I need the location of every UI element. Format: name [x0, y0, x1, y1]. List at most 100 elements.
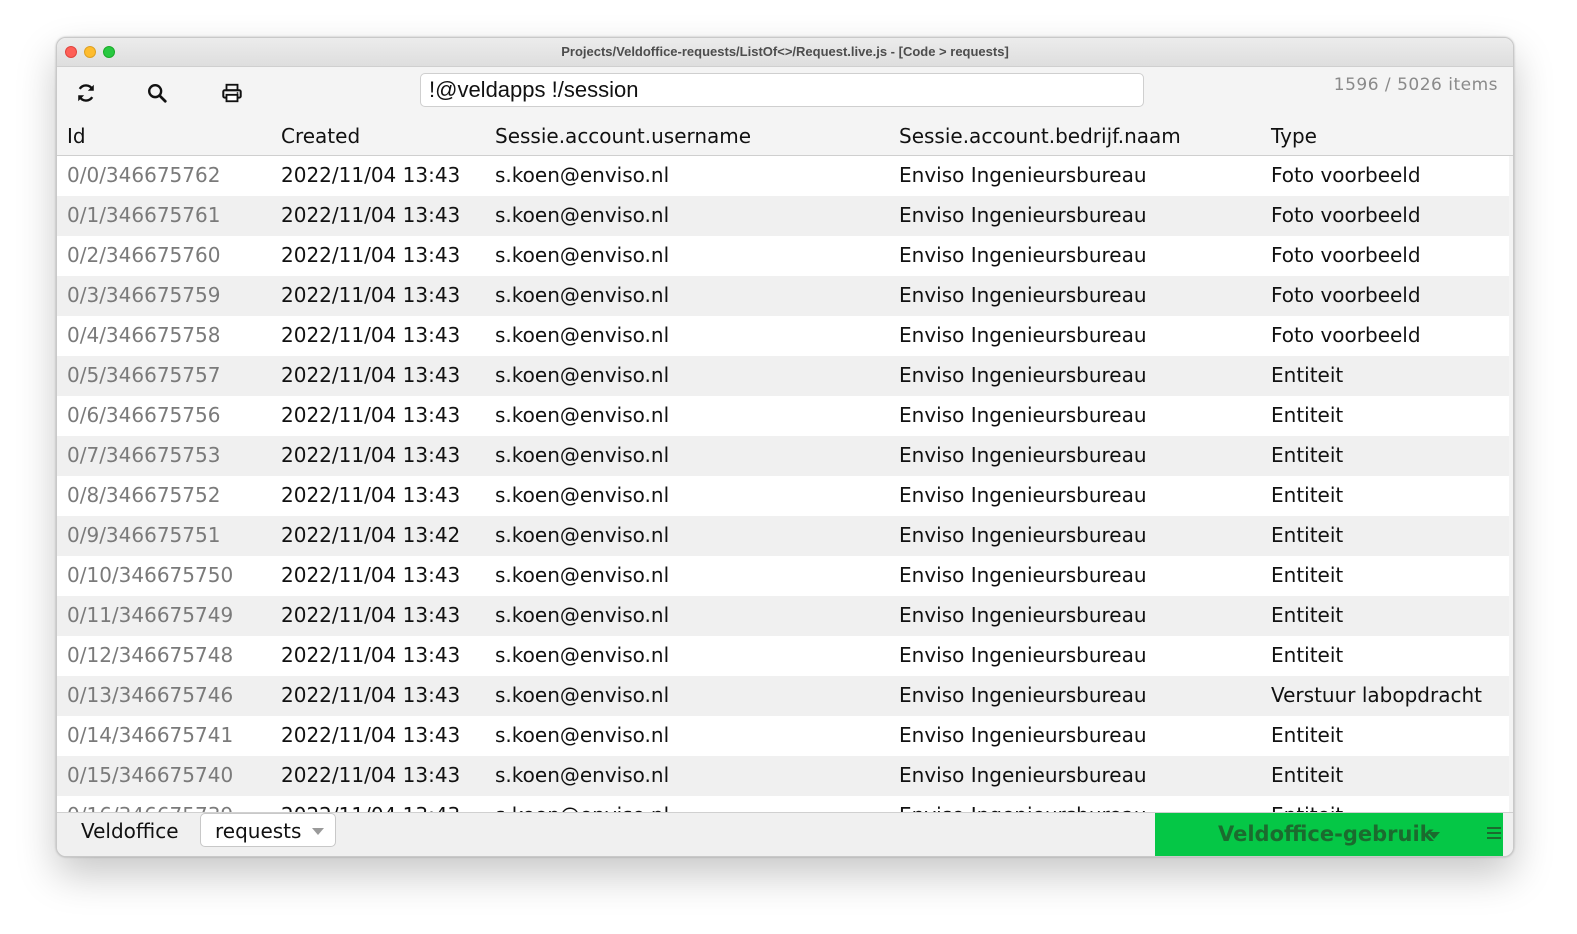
table-row[interactable]: 0/4/346675758 2022/11/04 13:43 s.koen@envi…	[57, 316, 1509, 356]
table-row[interactable]: 0/10/346675750 2022/11/04 13:43 s.koen@env…	[57, 556, 1509, 596]
cell-created: 2022/11/04 13:43	[281, 363, 461, 387]
workspace-label: Veldoffice	[81, 819, 179, 843]
cell-created: 2022/11/04 13:43	[281, 603, 461, 627]
cell-type: Foto voorbeeld	[1271, 323, 1421, 347]
item-count: 1596 / 5026 items	[1333, 75, 1498, 95]
collection-select[interactable]: requests	[200, 813, 336, 847]
cell-type: Entiteit	[1271, 483, 1344, 507]
table-row[interactable]: 0/16/346675739 2022/11/04 13:43 s.koen@env…	[57, 796, 1509, 812]
table-row[interactable]: 0/14/346675741 2022/11/04 13:43 s.koen@env…	[57, 716, 1509, 756]
cell-created: 2022/11/04 13:43	[281, 803, 460, 812]
table-row[interactable]: 0/15/346675740 2022/11/04 13:43 s.koen@env…	[57, 756, 1509, 796]
table-row[interactable]: 0/11/346675749 2022/11/04 13:43 s.koen@env…	[57, 596, 1509, 636]
cell-type: Entiteit	[1271, 443, 1344, 467]
cell-type: Foto voorbeeld	[1271, 283, 1421, 307]
cell-id: 0/11/346675749	[67, 603, 234, 627]
table-row[interactable]: 0/12/346675748 2022/11/04 13:43 s.koen@env…	[57, 636, 1509, 676]
table-row[interactable]: 0/7/346675753 2022/11/04 13:43 s.koen@envi…	[57, 436, 1509, 476]
cell-id: 0/8/346675752	[67, 483, 221, 507]
cell-company: Enviso Ingenieursbureau	[899, 803, 1147, 812]
table-header: Id Created Sessie.account.username Sessi…	[57, 117, 1513, 156]
table-row[interactable]: 0/6/346675756 2022/11/04 13:43 s.koen@envi…	[57, 396, 1509, 436]
column-header-id[interactable]: Id	[67, 124, 86, 148]
table-row[interactable]: 0/3/346675759 2022/11/04 13:43 s.koen@envi…	[57, 276, 1509, 316]
cell-username: s.koen@enviso.nl	[495, 603, 670, 627]
cell-created: 2022/11/04 13:42	[281, 523, 461, 547]
cell-username: s.koen@enviso.nl	[495, 763, 670, 787]
cell-created: 2022/11/04 13:43	[281, 683, 461, 707]
cell-type: Entiteit	[1271, 603, 1344, 627]
cell-id: 0/10/346675750	[67, 563, 234, 587]
cell-created: 2022/11/04 13:43	[281, 643, 461, 667]
profile-label: Veldoffice-gebruik	[1218, 822, 1434, 846]
column-header-username[interactable]: Sessie.account.username	[495, 124, 751, 148]
cell-username: s.koen@enviso.nl	[495, 523, 670, 547]
cell-username: s.koen@enviso.nl	[495, 363, 670, 387]
window-title: Projects/Veldoffice-requests/ListOf<>/Re…	[561, 44, 1009, 59]
cell-id: 0/12/346675748	[67, 643, 234, 667]
cell-type: Entiteit	[1271, 403, 1344, 427]
table-row[interactable]: 0/13/346675746 2022/11/04 13:43 s.koen@env…	[57, 676, 1509, 716]
table-body: 0/0/346675762 2022/11/04 13:43 s.koen@envi…	[57, 156, 1509, 812]
cell-created: 2022/11/04 13:43	[281, 563, 461, 587]
cell-type: Foto voorbeeld	[1271, 203, 1421, 227]
table-row[interactable]: 0/5/346675757 2022/11/04 13:43 s.koen@envi…	[57, 356, 1509, 396]
column-header-company[interactable]: Sessie.account.bedrijf.naam	[899, 124, 1181, 148]
search-icon	[148, 84, 167, 103]
cell-id: 0/6/346675756	[67, 403, 221, 427]
column-header-created[interactable]: Created	[281, 124, 360, 148]
column-header-type[interactable]: Type	[1271, 124, 1317, 148]
cell-company: Enviso Ingenieursbureau	[899, 603, 1147, 627]
app-window: Projects/Veldoffice-requests/ListOf<>/Re…	[56, 37, 1514, 857]
table-row[interactable]: 0/0/346675762 2022/11/04 13:43 s.koen@envi…	[57, 156, 1509, 196]
cell-username: s.koen@enviso.nl	[495, 443, 670, 467]
query-input[interactable]	[420, 73, 1144, 107]
cell-username: s.koen@enviso.nl	[495, 643, 670, 667]
cell-id: 0/1/346675761	[67, 203, 221, 227]
profile-dropdown[interactable]: Veldoffice-gebruik	[1155, 813, 1503, 856]
cell-id: 0/7/346675753	[67, 443, 221, 467]
scrollbar-track[interactable]	[1509, 156, 1513, 812]
cell-company: Enviso Ingenieursbureau	[899, 203, 1147, 227]
hamburger-icon[interactable]	[1487, 827, 1501, 841]
refresh-button[interactable]	[72, 79, 100, 107]
cell-company: Enviso Ingenieursbureau	[899, 523, 1147, 547]
cell-id: 0/2/346675760	[67, 243, 221, 267]
cell-company: Enviso Ingenieursbureau	[899, 283, 1147, 307]
cell-type: Entiteit	[1271, 563, 1344, 587]
cell-company: Enviso Ingenieursbureau	[899, 363, 1147, 387]
cell-username: s.koen@enviso.nl	[495, 203, 670, 227]
table-row[interactable]: 0/8/346675752 2022/11/04 13:43 s.koen@envi…	[57, 476, 1509, 516]
cell-created: 2022/11/04 13:43	[281, 403, 461, 427]
cell-company: Enviso Ingenieursbureau	[899, 683, 1147, 707]
cell-username: s.koen@enviso.nl	[495, 283, 670, 307]
cell-company: Enviso Ingenieursbureau	[899, 443, 1147, 467]
cell-username: s.koen@enviso.nl	[495, 243, 670, 267]
table-row[interactable]: 0/9/346675751 2022/11/04 13:42 s.koen@envi…	[57, 516, 1509, 556]
refresh-icon	[78, 84, 94, 102]
cell-username: s.koen@enviso.nl	[495, 803, 669, 812]
cell-company: Enviso Ingenieursbureau	[899, 243, 1147, 267]
cell-company: Enviso Ingenieursbureau	[899, 723, 1147, 747]
cell-created: 2022/11/04 13:43	[281, 243, 461, 267]
search-button[interactable]	[143, 79, 171, 107]
table-row[interactable]: 0/2/346675760 2022/11/04 13:43 s.koen@envi…	[57, 236, 1509, 276]
cell-created: 2022/11/04 13:43	[281, 203, 461, 227]
print-button[interactable]	[218, 79, 246, 107]
cell-id: 0/4/346675758	[67, 323, 221, 347]
cell-username: s.koen@enviso.nl	[495, 403, 670, 427]
cell-type: Entiteit	[1271, 643, 1344, 667]
cell-created: 2022/11/04 13:43	[281, 163, 461, 187]
collection-select-value: requests	[215, 819, 302, 843]
cell-username: s.koen@enviso.nl	[495, 323, 670, 347]
status-bar: Veldoffice requests Veldoffice-gebruik	[57, 812, 1513, 856]
cell-type: Foto voorbeeld	[1271, 163, 1421, 187]
chevron-down-icon	[1428, 832, 1440, 839]
cell-username: s.koen@enviso.nl	[495, 563, 670, 587]
cell-company: Enviso Ingenieursbureau	[899, 643, 1147, 667]
table-row[interactable]: 0/1/346675761 2022/11/04 13:43 s.koen@envi…	[57, 196, 1509, 236]
cell-company: Enviso Ingenieursbureau	[899, 483, 1147, 507]
cell-type: Verstuur labopdracht	[1271, 683, 1482, 707]
cell-company: Enviso Ingenieursbureau	[899, 403, 1147, 427]
cell-username: s.koen@enviso.nl	[495, 483, 670, 507]
